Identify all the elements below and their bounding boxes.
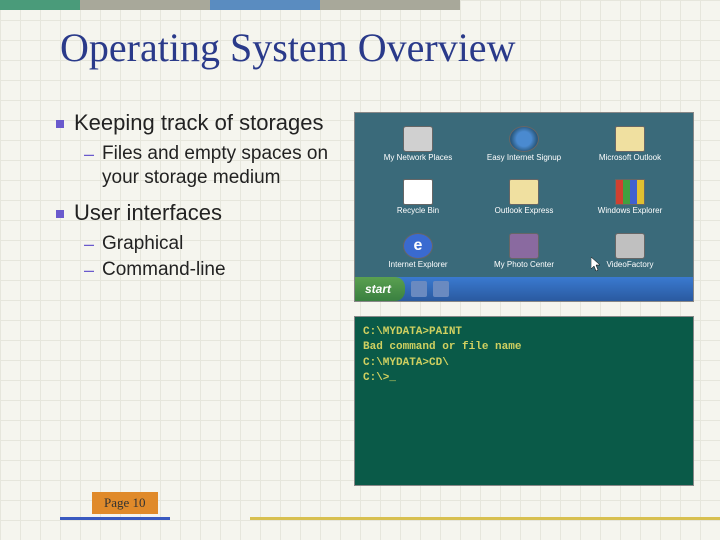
easy-internet-icon-glyph — [509, 126, 539, 152]
desktop-icon-label: Internet Explorer — [388, 261, 447, 269]
network-places-icon-glyph — [403, 126, 433, 152]
terminal-line: C:\MYDATA>PAINT — [363, 325, 685, 340]
network-places-icon[interactable]: My Network Places — [365, 117, 471, 171]
outlook-express-icon[interactable]: Outlook Express — [471, 171, 577, 225]
ie-icon[interactable]: e Internet Explorer — [365, 224, 471, 278]
top-accent-bar — [0, 0, 720, 10]
footer-accent-yellow — [250, 517, 720, 520]
desktop-icon-label: VideoFactory — [607, 261, 654, 269]
sub-bullet-text: Graphical — [102, 232, 183, 256]
command-line-screenshot: C:\MYDATA>PAINT Bad command or file name… — [354, 316, 694, 486]
footer-accent-blue — [60, 517, 170, 520]
bullet-text: Keeping track of storages — [74, 110, 323, 136]
start-label: start — [365, 282, 391, 296]
bullet-item: Keeping track of storages – Files and em… — [56, 110, 346, 190]
desktop-icon-label: My Photo Center — [494, 261, 554, 269]
start-button[interactable]: start — [355, 277, 405, 301]
bullet-text: User interfaces — [74, 200, 222, 226]
desktop-icon-label: Easy Internet Signup — [487, 154, 561, 162]
bullet-list: Keeping track of storages – Files and em… — [56, 110, 346, 292]
desktop-icon-label: Outlook Express — [495, 207, 554, 215]
slide-title: Operating System Overview — [60, 24, 680, 71]
desktop-icon-label: Microsoft Outlook — [599, 154, 661, 162]
outlook-icon-glyph — [615, 126, 645, 152]
windows-explorer-icon[interactable]: Windows Explorer — [577, 171, 683, 225]
outlook-icon[interactable]: Microsoft Outlook — [577, 117, 683, 171]
sub-bullet-text: Command-line — [102, 258, 226, 282]
windows-explorer-icon-glyph — [615, 179, 645, 205]
dash-icon: – — [84, 234, 94, 256]
desktop-screenshot: My Network Places Easy Internet Signup Mic… — [354, 112, 694, 302]
desktop-icon-label: Windows Explorer — [598, 207, 662, 215]
recycle-bin-icon[interactable]: Recycle Bin — [365, 171, 471, 225]
ie-icon-glyph: e — [403, 233, 433, 259]
taskbar-tray-icon — [433, 281, 449, 297]
photo-center-icon[interactable]: My Photo Center — [471, 224, 577, 278]
photo-center-icon-glyph — [509, 233, 539, 259]
taskbar: start — [355, 277, 693, 301]
page-number-badge: Page 10 — [92, 492, 158, 514]
terminal-line: C:\MYDATA>CD\ — [363, 356, 685, 371]
bullet-dot-icon — [56, 210, 64, 218]
sub-bullet-text: Files and empty spaces on your storage m… — [102, 142, 346, 190]
desktop-icon-label: My Network Places — [384, 154, 452, 162]
terminal-line: C:\>_ — [363, 371, 685, 386]
sub-bullet-item: – Files and empty spaces on your storage… — [84, 142, 346, 190]
bullet-dot-icon — [56, 120, 64, 128]
videofactory-icon-glyph — [615, 233, 645, 259]
dash-icon: – — [84, 260, 94, 282]
recycle-bin-icon-glyph — [403, 179, 433, 205]
outlook-express-icon-glyph — [509, 179, 539, 205]
terminal-line: Bad command or file name — [363, 340, 685, 355]
easy-internet-icon[interactable]: Easy Internet Signup — [471, 117, 577, 171]
sub-bullet-item: – Command-line — [84, 258, 346, 282]
desktop-icon-label: Recycle Bin — [397, 207, 439, 215]
cursor-icon — [591, 257, 603, 273]
taskbar-tray-icon — [411, 281, 427, 297]
dash-icon: – — [84, 144, 94, 166]
bullet-item: User interfaces – Graphical – Command-li… — [56, 200, 346, 282]
sub-bullet-item: – Graphical — [84, 232, 346, 256]
